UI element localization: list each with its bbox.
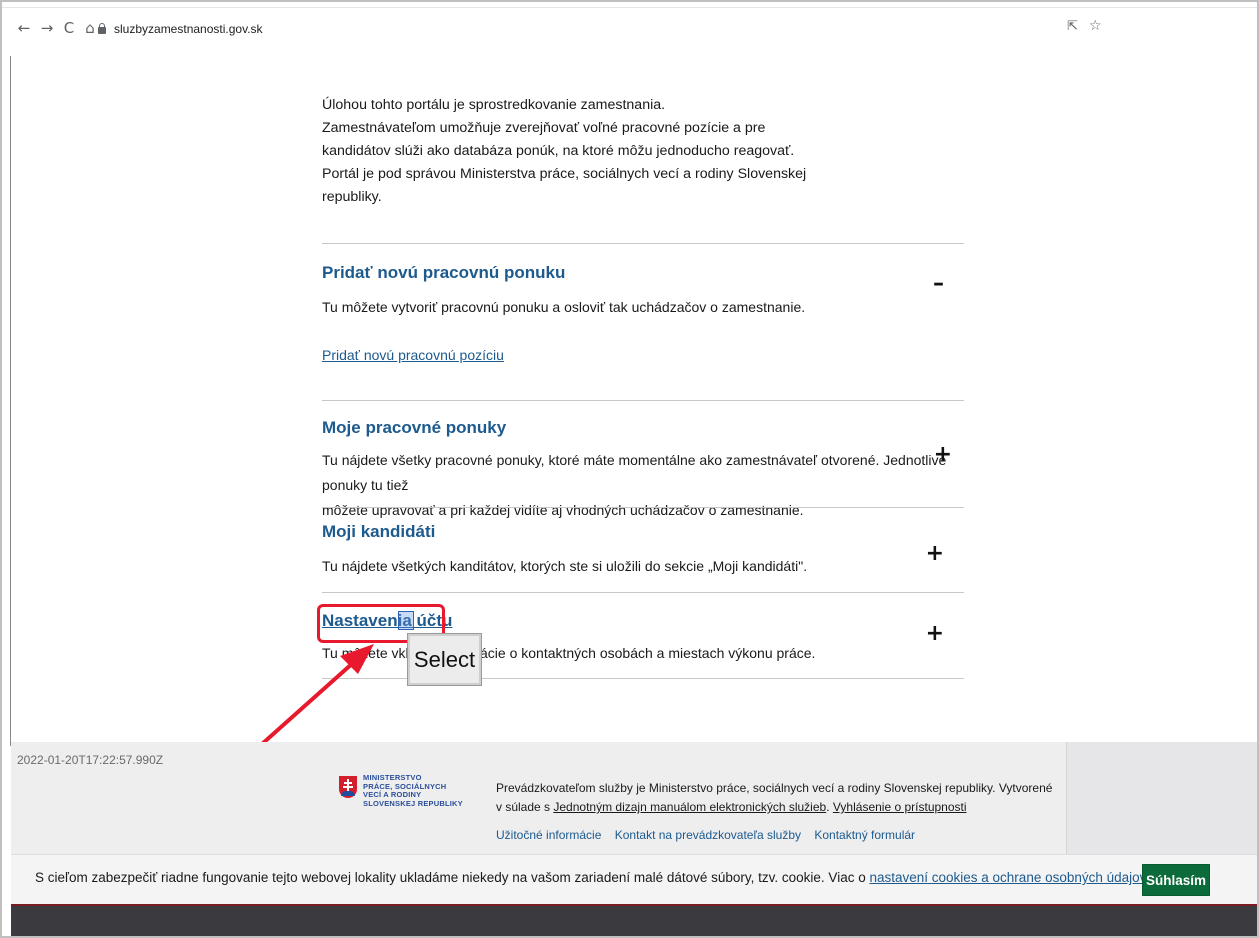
ministry-logo-text: MINISTERSTVO PRÁCE, SOCIÁLNYCH VECÍ A RO… xyxy=(363,773,463,808)
section-title[interactable]: Moje pracovné ponuky xyxy=(322,418,506,438)
bookmark-star-icon[interactable]: ☆ xyxy=(1089,18,1102,34)
intro-text: Úlohou tohto portálu je sprostredkovanie… xyxy=(322,94,964,209)
collapse-toggle-icon[interactable]: – xyxy=(933,271,944,296)
home-icon[interactable]: ⌂ xyxy=(82,20,98,36)
bottom-dark-strip xyxy=(11,904,1257,936)
slovak-coat-of-arms-icon xyxy=(339,776,357,798)
footer-links: Užitočné informácie Kontakt na prevádzko… xyxy=(496,828,925,842)
section-my-job-offers: Moje pracovné ponuky Tu nájdete všetky p… xyxy=(322,400,964,518)
add-job-position-link[interactable]: Pridať novú pracovnú pozíciu xyxy=(322,347,504,363)
intro-line: kandidátov slúži ako databáza ponúk, na … xyxy=(322,143,795,159)
ministry-logo[interactable]: MINISTERSTVO PRÁCE, SOCIÁLNYCH VECÍ A RO… xyxy=(339,773,489,826)
lock-icon[interactable] xyxy=(98,23,106,34)
build-timestamp: 2022-01-20T17:22:57.990Z xyxy=(17,753,164,767)
footer-text-line: Prevádzkovateľom služby je Ministerstvo … xyxy=(496,781,1053,795)
intro-line: Portál je pod správou Ministerstva práce… xyxy=(322,166,807,182)
section-description: Tu môžete vytvoriť pracovnú ponuku a osl… xyxy=(322,299,806,315)
share-icon[interactable]: ⇱ xyxy=(1067,19,1078,34)
footer-text-fragment: . xyxy=(826,800,830,814)
footer-side-panel xyxy=(1066,742,1257,854)
agree-button[interactable]: Súhlasím xyxy=(1142,864,1210,896)
expand-toggle-icon[interactable]: + xyxy=(934,442,952,467)
main-content: Úlohou tohto portálu je sprostredkovanie… xyxy=(322,94,964,679)
cookie-consent-bar: S cieľom zabezpečiť riadne fungovanie te… xyxy=(11,854,1257,904)
expand-toggle-icon[interactable]: + xyxy=(926,541,944,566)
cookie-message: S cieľom zabezpečiť riadne fungovanie te… xyxy=(35,870,1149,885)
url-text[interactable]: sluzbyzamestnanosti.gov.sk xyxy=(114,17,263,41)
footer-operator-text: Prevádzkovateľom služby je Ministerstvo … xyxy=(496,779,1056,817)
forward-icon[interactable]: → xyxy=(39,20,55,36)
section-title[interactable]: Pridať novú pracovnú ponuku xyxy=(322,263,565,283)
section-title[interactable]: Moji kandidáti xyxy=(322,522,435,542)
tab-strip-edge xyxy=(2,2,1257,8)
design-manual-link[interactable]: Jednotným dizajn manuálom elektronických… xyxy=(553,800,826,814)
section-description: Tu môžete vkladať informácie o kontaktný… xyxy=(322,645,816,661)
browser-toolbar: ← → C ⌂ sluzbyzamestnanosti.gov.sk ⇱ ☆ xyxy=(2,2,1257,56)
expand-toggle-icon[interactable]: + xyxy=(926,621,944,646)
logo-line: SLOVENSKEJ REPUBLIKY xyxy=(363,798,463,808)
cookie-policy-link[interactable]: nastavení cookies a ochrane osobných úda… xyxy=(869,870,1145,885)
intro-line: republiky. xyxy=(322,189,382,205)
accessibility-statement-link[interactable]: Vyhlásenie o prístupnosti xyxy=(833,800,967,814)
page-left-border xyxy=(10,56,11,746)
footer-text-line: v súlade s Jednotným dizajn manuálom ele… xyxy=(496,798,1056,817)
description-line: Tu nájdete všetky pracovné ponuky, ktoré… xyxy=(322,452,947,493)
section-description: Tu nájdete všetkých kanditátov, ktorých … xyxy=(322,558,808,574)
contact-form-link[interactable]: Kontaktný formulár xyxy=(814,828,915,842)
reload-icon[interactable]: C xyxy=(61,20,77,36)
section-add-job-offer: Pridať novú pracovnú ponuku Tu môžete vy… xyxy=(322,243,964,400)
address-bar[interactable]: sluzbyzamestnanosti.gov.sk xyxy=(98,17,1118,41)
useful-info-link[interactable]: Užitočné informácie xyxy=(496,828,601,842)
intro-line: Úlohou tohto portálu je sprostredkovanie… xyxy=(322,97,666,113)
select-tooltip: Select xyxy=(407,633,482,686)
operator-contact-link[interactable]: Kontakt na prevádzkovateľa služby xyxy=(615,828,801,842)
section-my-candidates: Moji kandidáti Tu nájdete všetkých kandi… xyxy=(322,507,964,592)
screenshot-frame: ← → C ⌂ sluzbyzamestnanosti.gov.sk ⇱ ☆ Ú… xyxy=(0,0,1259,938)
back-icon[interactable]: ← xyxy=(16,20,32,36)
intro-line: Zamestnávateľom umožňuje zverejňovať voľ… xyxy=(322,120,766,136)
cookie-text: S cieľom zabezpečiť riadne fungovanie te… xyxy=(35,870,870,885)
cursor-selection-marker xyxy=(398,611,414,630)
footer-text-fragment: v súlade s xyxy=(496,800,551,814)
